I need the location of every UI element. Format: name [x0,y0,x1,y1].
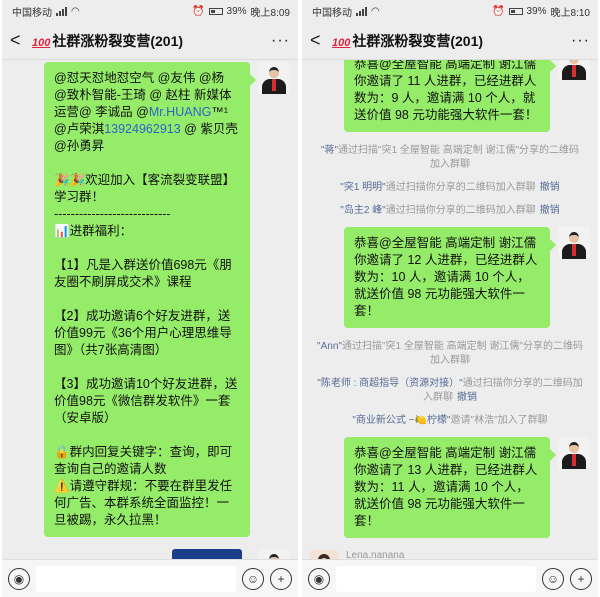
message-input[interactable] [336,565,536,592]
image-message-thumbnail[interactable] [172,549,242,559]
notice-user[interactable]: "岛主2 峰" [340,205,385,216]
welcome-line: 🎉🎉欢迎加入【客流裂变联盟】学习群！ [54,173,236,204]
chat-header: < 100 社群涨粉裂变营(201) ··· [2,22,298,60]
chat-title-text: 社群涨粉裂变营(201) [352,32,484,49]
benefits-title: 📊进群福利： [54,224,133,238]
invite-message-bubble[interactable]: 恭喜@全屋智能 高端定制 谢江儒 你邀请了 11 人进群，已经进群人数为：9 人… [344,60,556,132]
more-options-icon[interactable]: ··· [271,32,290,50]
sender-name: Lena.nanana [346,550,405,559]
reply-tip: 🔒群内回复关键字：查询，即可查询自己的邀请人数 [54,445,233,476]
chat-header: < 100 社群涨粉裂变营(201) ··· [302,22,598,60]
sender-avatar[interactable] [558,60,590,80]
system-notice: "突1 明明"通过扫描你分享的二维码加入群聊 撤销 [302,181,598,195]
carrier-label: 中国移动 [312,7,352,19]
signal-icon [356,6,367,16]
message-row: 恭喜@全屋智能 高端定制 谢江儒 你邀请了 13 人进群，已经进群人数为：11 … [302,437,598,538]
notice-text: 通过扫描"突1 全屋智能 高端定制 谢江儒"分享的二维码加入群聊 [341,341,583,366]
revoke-link[interactable]: 撤销 [540,205,560,216]
revoke-link[interactable]: 撤销 [540,182,560,193]
message-row: @怼天怼地怼空气 @友伟 @杨 @致朴智能-王琦 @ 赵柱 新媒体运营@ 李诚品… [2,62,298,537]
input-bar: ◉ ☺ + [302,559,598,597]
system-notice: "商业新公式 ~🍋柠檬"邀请"林浩"加入了群聊 [302,414,598,428]
notice-user[interactable]: "商业新公式 ~🍋柠檬" [352,415,450,426]
system-notice: "蒋"通过扫描"突1 全屋智能 高端定制 谢江儒"分享的二维码加入群聊 [302,144,598,172]
notice-user[interactable]: "Ann" [317,341,342,352]
sender-avatar[interactable] [558,437,590,469]
message-list[interactable]: 恭喜@全屋智能 高端定制 谢江儒 你邀请了 11 人进群，已经进群人数为：9 人… [302,60,598,559]
status-bar: 中国移动 ◠ ⏰ 39% 晚上8:10 [302,0,598,22]
wifi-icon: ◠ [371,5,380,17]
hundred-emoji-icon: 100 [332,36,351,49]
message-row: 恭喜@全屋智能 高端定制 谢江儒 你邀请了 12 人进群，已经进群人数为：10 … [302,227,598,328]
notice-text: 邀请"林浩"加入了群聊 [450,415,548,426]
phone-link[interactable]: 13924962913 [104,122,180,136]
battery-icon [208,7,223,15]
message-row: Lena.nanana [302,550,598,559]
back-chevron-icon[interactable]: < [310,30,332,51]
system-notice: "Ann"通过扫描"突1 全屋智能 高端定制 谢江儒"分享的二维码加入群聊 [302,340,598,368]
emoji-icon[interactable]: ☺ [542,567,564,590]
sender-avatar[interactable] [558,227,590,259]
carrier-label: 中国移动 [12,7,52,19]
plus-icon[interactable]: + [570,567,592,590]
notice-text: 通过扫描你分享的二维码加入群聊 [385,205,536,216]
sender-avatar[interactable] [258,62,290,94]
status-bar: 中国移动 ◠ ⏰ 39% 晚上8:09 [2,0,298,22]
benefit-item: 【3】成功邀请10个好友进群，送价值98元《微信群发软件》一套（安卓版） [54,377,238,425]
invite-message-bubble[interactable]: 恭喜@全屋智能 高端定制 谢江儒 你邀请了 13 人进群，已经进群人数为：11 … [344,437,556,538]
sender-avatar[interactable] [258,549,290,559]
right-phone-screen: 中国移动 ◠ ⏰ 39% 晚上8:10 < 100 社群涨粉裂变营(201) ··… [302,0,598,597]
chat-title: 100 社群涨粉裂变营(201) [332,31,571,51]
mention-link[interactable]: Mr.HUANG [149,105,212,119]
voice-icon[interactable]: ◉ [8,567,30,590]
incoming-avatar[interactable] [310,550,338,559]
voice-icon[interactable]: ◉ [308,567,330,590]
notice-user[interactable]: "蒋" [321,145,338,156]
system-notice: "陈老师 : 商超指导（资源对接）"通过扫描你分享的二维码加入群聊 撤销 [302,377,598,405]
chat-title: 100 社群涨粉裂变营(201) [32,31,271,51]
chat-title-text: 社群涨粉裂变营(201) [52,32,184,49]
divider-line: ---------------------------- [54,207,171,221]
signal-icon [56,6,67,16]
battery-percent: 39% [226,5,247,17]
message-row: 恭喜@全屋智能 高端定制 谢江儒 你邀请了 11 人进群，已经进群人数为：9 人… [302,60,598,132]
notice-text: 通过扫描"突1 全屋智能 高端定制 谢江儒"分享的二维码加入群聊 [338,145,580,170]
alarm-icon: ⏰ [492,5,505,17]
battery-icon [508,7,523,15]
welcome-message-bubble[interactable]: @怼天怼地怼空气 @友伟 @杨 @致朴智能-王琦 @ 赵柱 新媒体运营@ 李诚品… [44,62,256,537]
more-options-icon[interactable]: ··· [571,32,590,50]
notice-text: 通过扫描你分享的二维码加入群聊 [385,182,536,193]
alarm-icon: ⏰ [192,5,205,17]
hundred-emoji-icon: 100 [32,36,51,49]
message-input[interactable] [36,565,236,592]
emoji-icon[interactable]: ☺ [242,567,264,590]
battery-percent: 39% [526,5,547,17]
screenshot-composite: 中国移动 ◠ ⏰ 39% 晚上8:09 < 100 社群涨粉裂变营(201) ··… [0,0,600,597]
revoke-link[interactable]: 撤销 [457,392,477,403]
invite-message-bubble[interactable]: 恭喜@全屋智能 高端定制 谢江儒 你邀请了 12 人进群，已经进群人数为：10 … [344,227,556,328]
system-notice: "岛主2 峰"通过扫描你分享的二维码加入群聊 撤销 [302,204,598,218]
rule-tip: ⚠️请遵守群规：不要在群里发任何广告、本群系统全面监控！一旦被踢，永久拉黑！ [54,479,233,527]
left-phone-screen: 中国移动 ◠ ⏰ 39% 晚上8:09 < 100 社群涨粉裂变营(201) ··… [2,0,298,597]
benefit-item: 【1】凡是入群送价值698元《朋友圈不刷屏成交术》课程 [54,258,232,289]
wifi-icon: ◠ [71,5,80,17]
clock: 晚上8:09 [250,7,290,19]
plus-icon[interactable]: + [270,567,292,590]
clock: 晚上8:10 [550,7,590,19]
input-bar: ◉ ☺ + [2,559,298,597]
back-chevron-icon[interactable]: < [10,30,32,51]
notice-user[interactable]: "陈老师 : 商超指导（资源对接）" [317,378,462,389]
notice-user[interactable]: "突1 明明" [340,182,385,193]
benefit-item: 【2】成功邀请6个好友进群，送价值99元《36个用户心理思维导图》（共7张高清图… [54,309,232,357]
message-row [2,549,298,559]
message-list[interactable]: @怼天怼地怼空气 @友伟 @杨 @致朴智能-王琦 @ 赵柱 新媒体运营@ 李诚品… [2,60,298,559]
